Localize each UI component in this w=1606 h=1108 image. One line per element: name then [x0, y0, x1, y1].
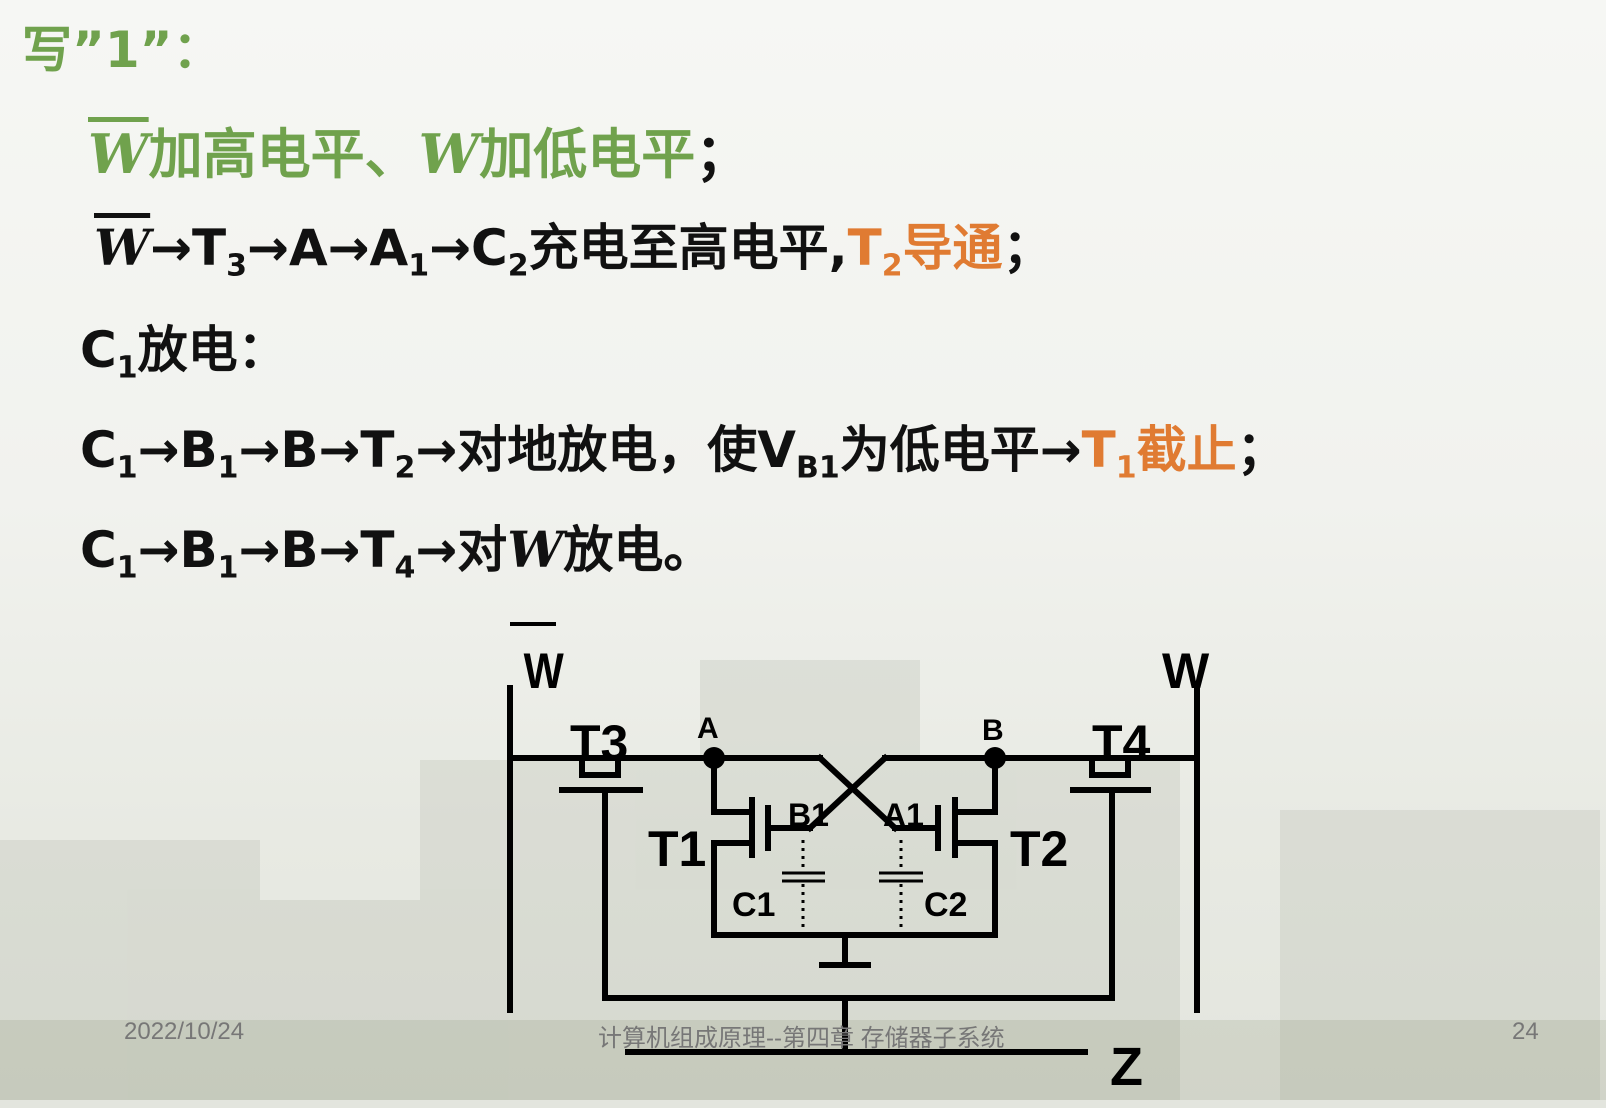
- a1-label: A1: [883, 797, 924, 833]
- b1-label: B1: [788, 797, 829, 833]
- t3-label: T3: [570, 715, 628, 771]
- node-a: [703, 747, 725, 769]
- footer-date: 2022/10/24: [124, 1018, 245, 1045]
- w-label: W: [1162, 643, 1210, 699]
- t4-label: T4: [1092, 715, 1151, 771]
- memory-cell-circuit: W W T3 T4 T1 T2 A B B1 A1 C1 C2 Z: [507, 622, 1210, 1097]
- b-label: B: [982, 714, 1004, 747]
- footer-title: 计算机组成原理--第四章 存储器子系统: [598, 1025, 1005, 1052]
- w-bar-label: W: [524, 643, 564, 699]
- c2-label: C2: [924, 886, 967, 924]
- node-b: [984, 747, 1006, 769]
- a-label: A: [697, 712, 719, 745]
- footer-page-number: 24: [1512, 1018, 1539, 1045]
- c1-label: C1: [732, 886, 775, 924]
- t1-label: T1: [648, 821, 706, 877]
- t2-label: T2: [1010, 821, 1068, 877]
- z-label: Z: [1110, 1037, 1143, 1097]
